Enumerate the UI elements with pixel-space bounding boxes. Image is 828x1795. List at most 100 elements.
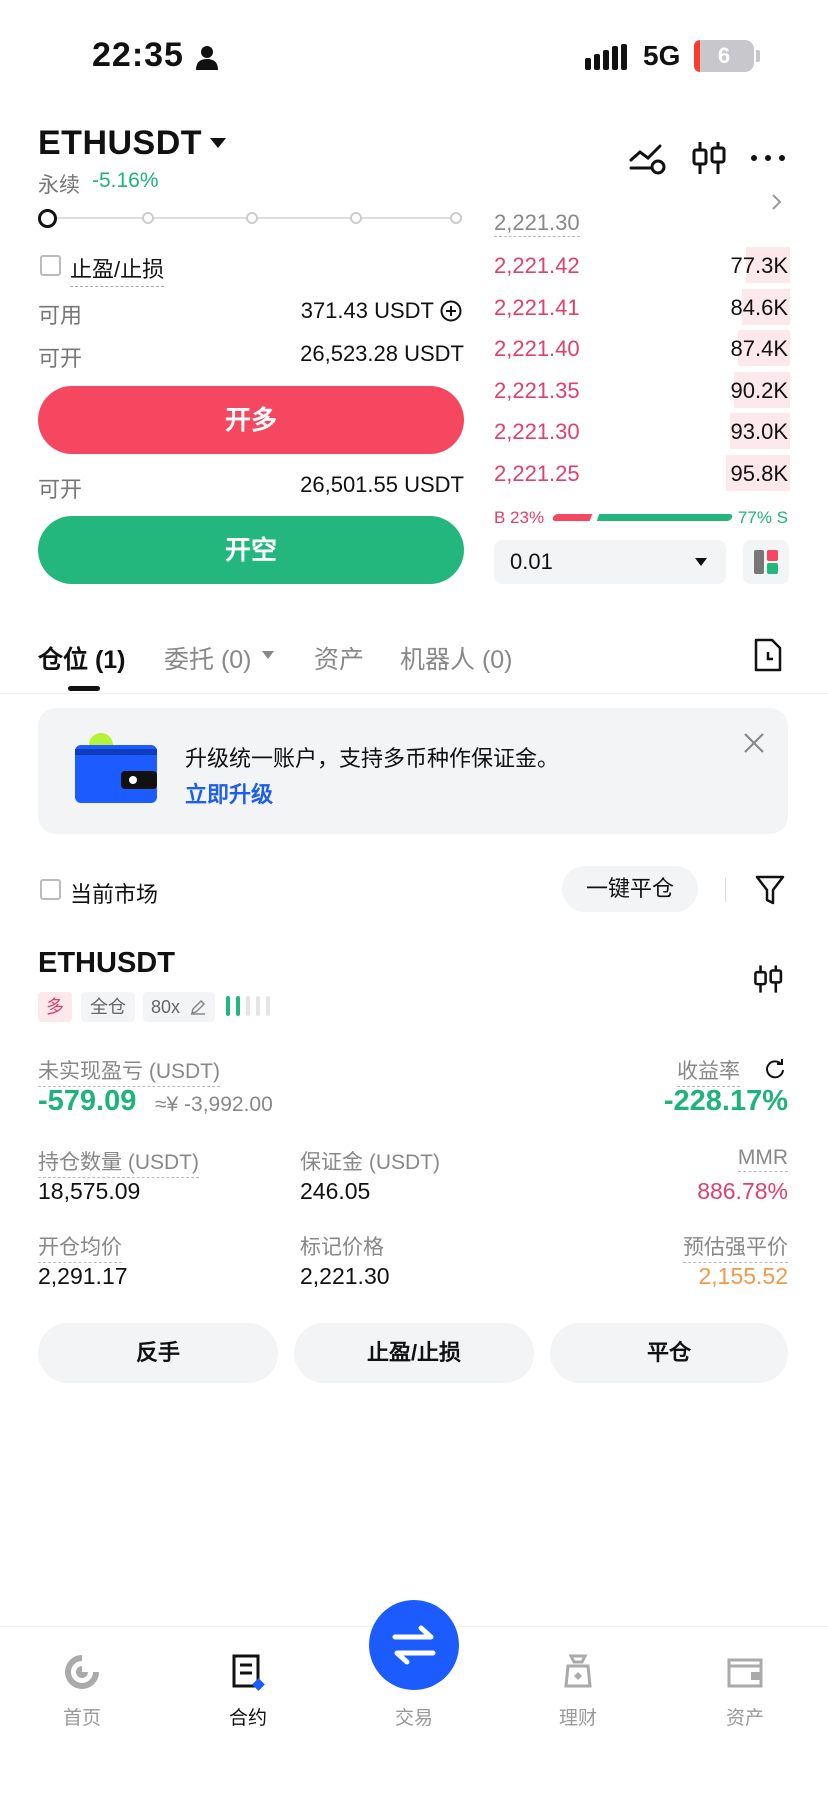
- upnl-value: -579.09: [38, 1085, 137, 1117]
- chart-settings-icon[interactable]: [628, 140, 668, 176]
- side-badge: 多: [38, 992, 72, 1022]
- slider-step[interactable]: [142, 212, 154, 224]
- open-short-button[interactable]: 开空: [38, 516, 464, 584]
- size-label[interactable]: 持仓数量 (USDT): [38, 1146, 199, 1178]
- edit-icon[interactable]: [190, 999, 206, 1015]
- tpsl-button[interactable]: 止盈/止损: [294, 1323, 534, 1383]
- pair-selector[interactable]: ETHUSDT: [38, 124, 202, 163]
- open-long-button[interactable]: 开多: [38, 386, 464, 454]
- slider-handle[interactable]: [38, 209, 57, 228]
- candlestick-icon[interactable]: [690, 140, 730, 176]
- current-market-label[interactable]: 当前市场: [70, 877, 158, 909]
- battery-tip: [756, 50, 760, 62]
- mmr-value: 886.78%: [697, 1178, 788, 1204]
- trade-fab[interactable]: [369, 1600, 459, 1690]
- nav-futures[interactable]: 合约: [188, 1703, 308, 1730]
- divider: [725, 878, 726, 902]
- caret-down-icon[interactable]: [262, 651, 274, 659]
- more-icon[interactable]: [748, 140, 788, 176]
- wallet-illustration-icon: [75, 733, 157, 803]
- tpsl-checkbox[interactable]: [40, 255, 61, 276]
- slider-step[interactable]: [450, 212, 462, 224]
- ask-price[interactable]: 2,221.42: [494, 253, 580, 279]
- buy-ratio: B 23%: [494, 508, 545, 527]
- tab-assets[interactable]: 资产: [314, 640, 364, 676]
- ask-qty[interactable]: 90.2K: [731, 378, 789, 404]
- current-market-checkbox[interactable]: [40, 879, 61, 900]
- home-icon[interactable]: [62, 1652, 102, 1692]
- contract-doc-icon[interactable]: [228, 1652, 268, 1692]
- ask-price[interactable]: 2,221.41: [494, 295, 580, 321]
- ask-qty[interactable]: 77.3K: [731, 253, 789, 279]
- ask-qty[interactable]: 87.4K: [731, 336, 789, 362]
- nav-trade[interactable]: 交易: [354, 1703, 474, 1730]
- max-open-long-label: 可开: [38, 346, 83, 371]
- max-open-long-value: 26,523.28 USDT: [300, 341, 464, 366]
- size-value: 18,575.09: [38, 1178, 141, 1204]
- nav-earn[interactable]: 理财: [518, 1703, 638, 1730]
- signal-icon: [585, 44, 627, 70]
- close-position-button[interactable]: 平仓: [550, 1323, 788, 1383]
- nav-assets[interactable]: 资产: [685, 1703, 805, 1730]
- entry-price-label[interactable]: 开仓均价: [38, 1231, 122, 1263]
- liq-price-label[interactable]: 预估强平价: [683, 1231, 788, 1263]
- margin-label: 保证金 (USDT): [300, 1151, 440, 1174]
- ask-price[interactable]: 2,221.30: [494, 419, 580, 445]
- upnl-label[interactable]: 未实现盈亏 (USDT): [38, 1055, 220, 1087]
- upgrade-link[interactable]: 立即升级: [185, 777, 273, 809]
- ask-qty[interactable]: 95.8K: [731, 461, 789, 487]
- available-label: 可用: [38, 303, 83, 328]
- max-open-short-value: 26,501.55 USDT: [300, 472, 464, 497]
- close-icon[interactable]: [743, 732, 765, 754]
- nav-home[interactable]: 首页: [22, 1703, 142, 1730]
- buy-ratio-bar: [551, 514, 593, 521]
- roe-value: -228.17%: [663, 1085, 788, 1117]
- mmr-label[interactable]: MMR: [737, 1146, 788, 1172]
- ask-price[interactable]: 2,221.40: [494, 336, 580, 362]
- book-layout-button[interactable]: [743, 540, 789, 584]
- person-icon: [196, 46, 218, 70]
- margin-mode-badge: 全仓: [81, 992, 135, 1022]
- ask-price[interactable]: 2,221.25: [494, 461, 580, 487]
- layout-icon: [754, 550, 778, 574]
- tpsl-label[interactable]: 止盈/止损: [70, 252, 165, 287]
- swap-arrows-icon: [392, 1625, 436, 1665]
- slider-step[interactable]: [246, 212, 258, 224]
- ask-qty[interactable]: 84.6K: [731, 295, 789, 321]
- adl-indicator: [226, 996, 276, 1016]
- mark-price-label: 标记价格: [300, 1236, 384, 1259]
- position-symbol[interactable]: ETHUSDT: [38, 947, 175, 980]
- precision-select[interactable]: 0.01: [494, 540, 726, 584]
- price-change: -5.16%: [92, 169, 159, 192]
- roe-label[interactable]: 收益率: [677, 1055, 740, 1087]
- tab-indicator: [68, 686, 100, 691]
- last-price[interactable]: 2,221.30: [494, 210, 580, 237]
- caret-down-icon[interactable]: [210, 138, 226, 148]
- refresh-icon[interactable]: [764, 1058, 786, 1080]
- caret-down-icon[interactable]: [695, 558, 707, 566]
- tab-bots[interactable]: 机器人 (0): [400, 640, 513, 676]
- candlestick-icon[interactable]: [752, 962, 786, 996]
- reverse-button[interactable]: 反手: [38, 1323, 278, 1383]
- tab-positions[interactable]: 仓位 (1): [38, 640, 126, 676]
- max-open-short-label: 可开: [38, 477, 83, 502]
- liq-price-value: 2,155.52: [698, 1263, 788, 1289]
- close-all-button[interactable]: 一键平仓: [562, 866, 698, 912]
- chevron-right-icon[interactable]: [770, 192, 784, 212]
- contract-type: 永续: [38, 174, 80, 197]
- entry-price-value: 2,291.17: [38, 1263, 128, 1289]
- available-value: 371.43 USDT: [300, 298, 434, 323]
- sell-ratio: 77% S: [737, 508, 788, 527]
- ask-qty[interactable]: 93.0K: [731, 419, 789, 445]
- add-circle-icon[interactable]: [440, 300, 462, 322]
- ask-price[interactable]: 2,221.35: [494, 378, 580, 404]
- slider-step[interactable]: [350, 212, 362, 224]
- filter-icon[interactable]: [755, 874, 785, 906]
- wallet-icon[interactable]: [725, 1652, 765, 1692]
- tab-orders[interactable]: 委托 (0): [164, 640, 252, 676]
- history-doc-icon[interactable]: [752, 638, 784, 672]
- finance-bag-icon[interactable]: [558, 1652, 598, 1692]
- sell-ratio-bar: [596, 514, 734, 521]
- status-time: 22:35: [92, 36, 184, 74]
- divider: [0, 693, 828, 694]
